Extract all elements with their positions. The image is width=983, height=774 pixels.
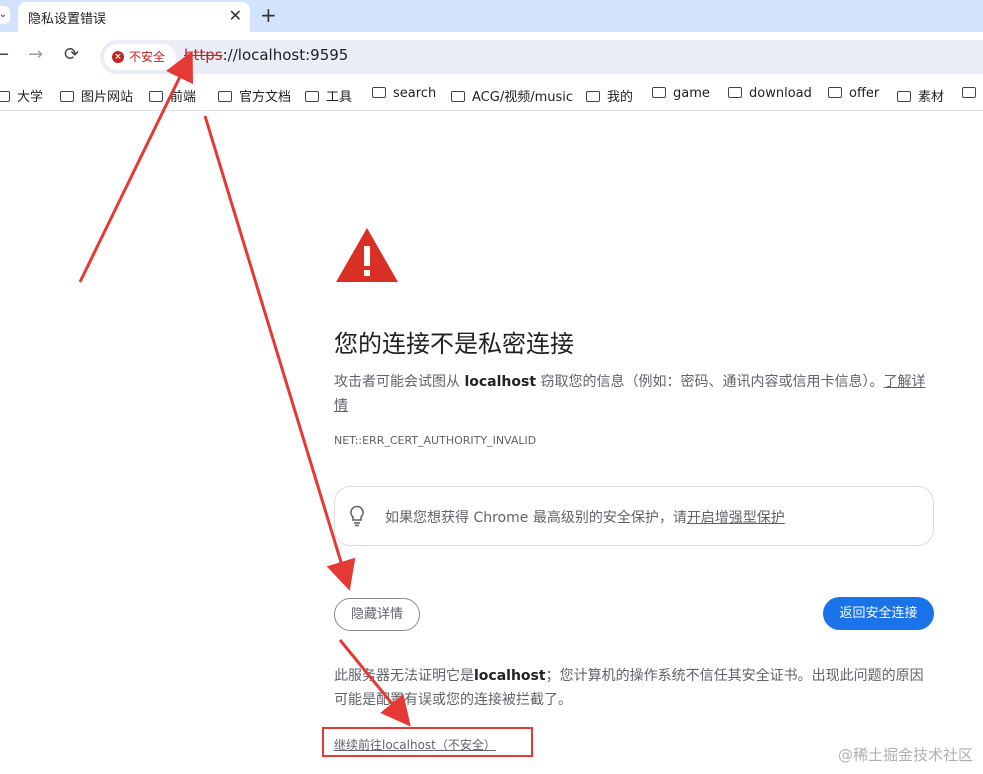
annotation-arrow-to-hide-details (203, 115, 356, 591)
annotation-arrow-to-url (78, 50, 193, 283)
annotation-arrows (78, 50, 411, 727)
annotation-arrow-to-proceed (338, 639, 411, 727)
